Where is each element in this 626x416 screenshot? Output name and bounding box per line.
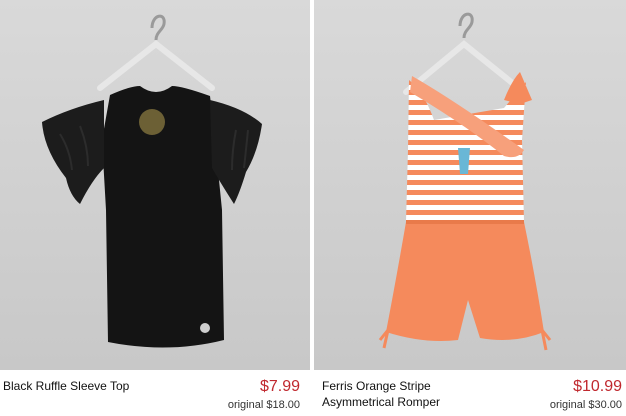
product-price: $7.99 xyxy=(259,378,300,395)
product-photo[interactable] xyxy=(0,0,310,370)
product-name-line-2[interactable]: Asymmetrical Romper xyxy=(322,394,522,410)
product-price: $10.99 xyxy=(573,378,622,395)
hanger-icon xyxy=(97,40,215,91)
original-price: original $18.00 xyxy=(227,399,300,411)
black-ruffle-top-image xyxy=(42,14,262,348)
neck-logo-icon xyxy=(139,109,165,135)
product-name[interactable]: Ferris Orange Stripe Asymmetrical Romper xyxy=(322,378,522,410)
chest-graphic-icon xyxy=(458,148,470,174)
polo-logo-icon xyxy=(200,323,210,333)
product-card-black-top[interactable]: Black Ruffle Sleeve Top $7.99 original $… xyxy=(0,0,310,416)
product-name-line-1[interactable]: Ferris Orange Stripe xyxy=(322,378,522,394)
shorts-shape xyxy=(386,222,544,341)
product-card-orange-romper[interactable]: Ferris Orange Stripe Asymmetrical Romper… xyxy=(314,0,626,416)
original-price: original $30.00 xyxy=(549,399,622,411)
product-photo[interactable] xyxy=(314,0,626,370)
product-name[interactable]: Black Ruffle Sleeve Top xyxy=(3,378,203,394)
hanger-hook-icon xyxy=(150,14,166,41)
hanger-hook-icon xyxy=(458,12,474,39)
orange-romper-image xyxy=(378,12,552,351)
left-sleeve-shape xyxy=(42,100,104,204)
